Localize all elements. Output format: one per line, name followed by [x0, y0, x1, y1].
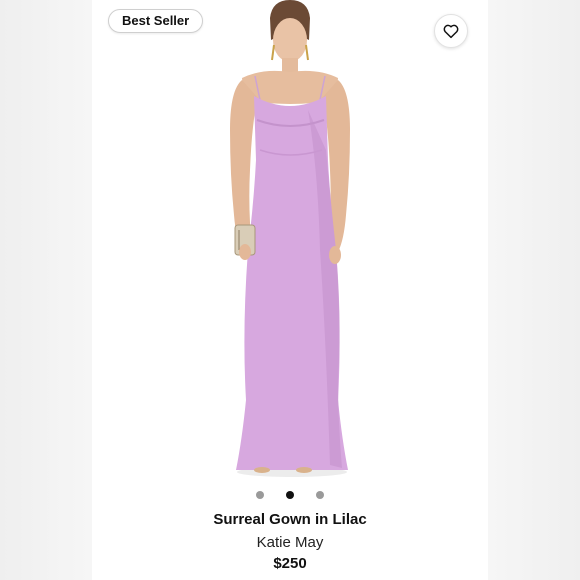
carousel-dot[interactable] — [256, 491, 264, 499]
product-title[interactable]: Surreal Gown in Lilac — [92, 511, 488, 528]
product-card[interactable]: Best Seller Surreal Gown in Lilac Katie … — [92, 0, 488, 580]
best-seller-badge: Best Seller — [108, 9, 204, 33]
product-photo[interactable] — [92, 0, 488, 480]
carousel-dots — [92, 491, 488, 499]
product-brand[interactable]: Katie May — [92, 534, 488, 551]
heart-icon — [443, 24, 459, 39]
left-backdrop — [0, 0, 92, 580]
right-backdrop — [488, 0, 580, 580]
favorite-button[interactable] — [434, 14, 468, 48]
carousel-dot[interactable] — [316, 491, 324, 499]
truncated-text-line — [182, 575, 422, 579]
screenshot-canvas: Best Seller Surreal Gown in Lilac Katie … — [0, 0, 580, 580]
carousel-dot-active[interactable] — [286, 491, 294, 499]
product-price: $250 — [273, 555, 307, 572]
